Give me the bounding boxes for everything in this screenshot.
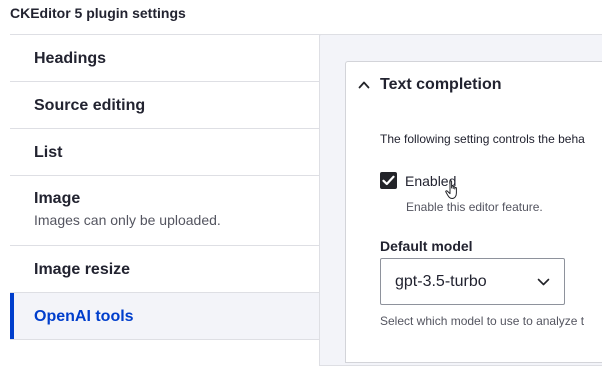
tab-openai-tools[interactable]: OpenAI tools <box>10 293 321 340</box>
tab-label: Headings <box>34 50 107 67</box>
default-model-select[interactable]: gpt-3.5-turbo <box>380 258 565 305</box>
page-title: CKEditor 5 plugin settings <box>10 5 186 21</box>
check-icon <box>382 175 395 186</box>
tab-description: Images can only be uploaded. <box>34 212 221 228</box>
text-completion-summary[interactable]: Text completion <box>358 76 502 94</box>
chevron-up-icon <box>358 81 370 89</box>
tab-label: Image resize <box>34 261 131 278</box>
tab-list[interactable]: List <box>10 129 321 176</box>
default-model-label: Default model <box>380 238 473 254</box>
tab-label: List <box>34 144 63 161</box>
tab-label: Source editing <box>34 97 146 114</box>
enabled-checkbox[interactable] <box>380 172 397 189</box>
help-text: The following setting controls the beha <box>380 132 585 146</box>
tab-label: Image <box>34 190 81 207</box>
enabled-description: Enable this editor feature. <box>406 200 543 214</box>
section-title: Text completion <box>380 76 502 93</box>
text-completion-details: Text completion The following setting co… <box>345 61 602 363</box>
tab-image[interactable]: Image Images can only be uploaded. <box>10 176 321 246</box>
tab-source-editing[interactable]: Source editing <box>10 82 321 129</box>
default-model-description: Select which model to use to analyze t <box>380 314 585 328</box>
select-value: gpt-3.5-turbo <box>395 272 487 290</box>
tab-headings[interactable]: Headings <box>10 35 321 82</box>
tab-image-resize[interactable]: Image resize <box>10 246 321 293</box>
vertical-tabs: Headings Source editing List Image Image… <box>10 34 321 340</box>
hand-pointer-icon <box>445 180 457 199</box>
tab-label: OpenAI tools <box>34 308 134 325</box>
chevron-down-icon <box>537 278 550 286</box>
